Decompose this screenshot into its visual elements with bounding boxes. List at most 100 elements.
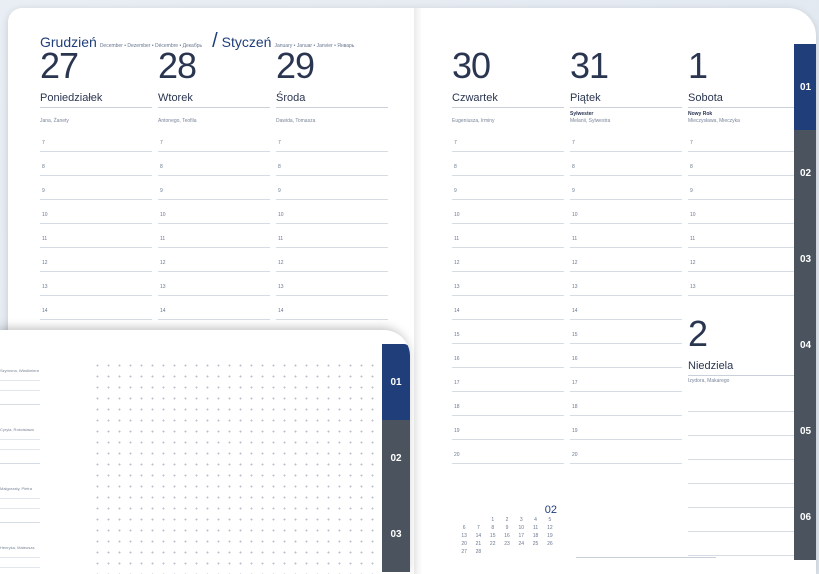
hour-row[interactable]: 17: [570, 368, 682, 392]
month-tab[interactable]: 06: [794, 474, 816, 560]
hour-row[interactable]: [688, 388, 800, 412]
hour-row[interactable]: 18: [570, 392, 682, 416]
hour-row[interactable]: 13: [570, 272, 682, 296]
hour-row[interactable]: 7: [40, 128, 152, 152]
hour-row[interactable]: 8: [688, 152, 800, 176]
mini-calendar-month: 02: [544, 504, 557, 516]
hour-row[interactable]: 20: [452, 440, 564, 464]
holiday-label: [452, 111, 564, 116]
hour-row[interactable]: 18: [452, 392, 564, 416]
hour-row[interactable]: 12: [158, 248, 270, 272]
hour-row[interactable]: 9: [570, 176, 682, 200]
hour-row[interactable]: 13: [688, 272, 800, 296]
hour-row[interactable]: [688, 436, 800, 460]
hour-row[interactable]: 8: [570, 152, 682, 176]
hour-row[interactable]: 12: [452, 248, 564, 272]
month-tab[interactable]: 02: [794, 130, 816, 216]
overlay-row-group: Małgorzaty, Pietra: [0, 464, 40, 523]
hour-row[interactable]: 8: [276, 152, 388, 176]
overlay-month-tab[interactable]: 02: [382, 420, 410, 496]
hour-row[interactable]: [688, 460, 800, 484]
hour-row[interactable]: 12: [40, 248, 152, 272]
hour-row[interactable]: 11: [688, 224, 800, 248]
month-tab[interactable]: 05: [794, 388, 816, 474]
hour-row[interactable]: 17: [452, 368, 564, 392]
hour-row[interactable]: 9: [40, 176, 152, 200]
hour-row[interactable]: 7: [452, 128, 564, 152]
overlay-month-tabs: 01 02 03: [382, 344, 410, 572]
hour-row[interactable]: [688, 412, 800, 436]
hour-row[interactable]: 12: [570, 248, 682, 272]
hour-row[interactable]: 13: [158, 272, 270, 296]
day-column: 28 Wtorek Antonego, Teofila 7 8 9 10 11 12 13 14: [158, 48, 270, 320]
hour-row[interactable]: 7: [688, 128, 800, 152]
name-day-label: Małgorzaty, Pietra: [0, 486, 32, 491]
hour-row[interactable]: 19: [452, 416, 564, 440]
hour-row[interactable]: 8: [452, 152, 564, 176]
hour-row[interactable]: 20: [570, 440, 682, 464]
hour-row[interactable]: 8: [40, 152, 152, 176]
hour-row[interactable]: 16: [452, 344, 564, 368]
hour-label: 15: [572, 332, 578, 338]
hour-row[interactable]: 13: [40, 272, 152, 296]
hour-row[interactable]: 9: [276, 176, 388, 200]
hour-row[interactable]: 14: [452, 296, 564, 320]
hour-row[interactable]: 11: [158, 224, 270, 248]
mini-calendar-grid: 1 2 3 4 5 6 7 8 9 10 11 12 13 14 15 16 17 18 19 20 21 22 23 24 2…: [457, 517, 557, 555]
hour-row[interactable]: 11: [40, 224, 152, 248]
ruled-line: [0, 390, 40, 391]
hour-row[interactable]: 11: [276, 224, 388, 248]
hour-label: 10: [42, 212, 48, 218]
hour-row[interactable]: 7: [276, 128, 388, 152]
hour-label: 10: [160, 212, 166, 218]
hour-row[interactable]: 7: [570, 128, 682, 152]
hour-row[interactable]: 10: [452, 200, 564, 224]
hour-row[interactable]: 9: [158, 176, 270, 200]
book-spine: [414, 8, 428, 574]
hour-row[interactable]: [688, 532, 800, 556]
hour-row[interactable]: 14: [158, 296, 270, 320]
hour-row[interactable]: 10: [276, 200, 388, 224]
hour-row[interactable]: [688, 484, 800, 508]
hour-row[interactable]: 7: [158, 128, 270, 152]
hour-label: 9: [572, 188, 575, 194]
mini-calendar-day: 24: [518, 541, 525, 547]
month-tab[interactable]: 04: [794, 302, 816, 388]
hour-row[interactable]: 10: [570, 200, 682, 224]
name-day-label: Melanii, Sylwestra: [570, 118, 611, 124]
overlay-month-tab[interactable]: 01: [382, 344, 410, 420]
ruled-line: [0, 380, 40, 381]
hour-row[interactable]: 14: [570, 296, 682, 320]
hour-row[interactable]: 11: [570, 224, 682, 248]
mini-calendar-day: 1: [491, 517, 495, 523]
mini-calendar-day: 8: [491, 525, 495, 531]
month-tab[interactable]: 01: [794, 44, 816, 130]
hour-row[interactable]: 8: [158, 152, 270, 176]
day-number-row: 31: [570, 48, 682, 86]
hour-label: 12: [454, 260, 460, 266]
hour-row[interactable]: 13: [276, 272, 388, 296]
hour-row[interactable]: 14: [276, 296, 388, 320]
hour-row[interactable]: 10: [158, 200, 270, 224]
mini-calendar-day: 16: [504, 533, 510, 539]
name-day-label: Antonego, Teofila: [158, 118, 197, 124]
hour-row[interactable]: 15: [570, 320, 682, 344]
hour-row[interactable]: 10: [688, 200, 800, 224]
hour-label: 8: [572, 164, 575, 170]
hour-row[interactable]: 9: [452, 176, 564, 200]
hour-row[interactable]: 10: [40, 200, 152, 224]
hour-row[interactable]: 13: [452, 272, 564, 296]
hour-row[interactable]: 12: [276, 248, 388, 272]
hour-row[interactable]: [688, 508, 800, 532]
hour-row[interactable]: 11: [452, 224, 564, 248]
hour-label: 8: [160, 164, 163, 170]
hour-row[interactable]: 15: [452, 320, 564, 344]
month-tab[interactable]: 03: [794, 216, 816, 302]
hour-row[interactable]: 9: [688, 176, 800, 200]
overlay-month-tab[interactable]: 03: [382, 496, 410, 572]
day-number-row: 27: [40, 48, 152, 86]
hour-row[interactable]: 19: [570, 416, 682, 440]
hour-row[interactable]: 12: [688, 248, 800, 272]
hour-row[interactable]: 16: [570, 344, 682, 368]
hour-row[interactable]: 14: [40, 296, 152, 320]
